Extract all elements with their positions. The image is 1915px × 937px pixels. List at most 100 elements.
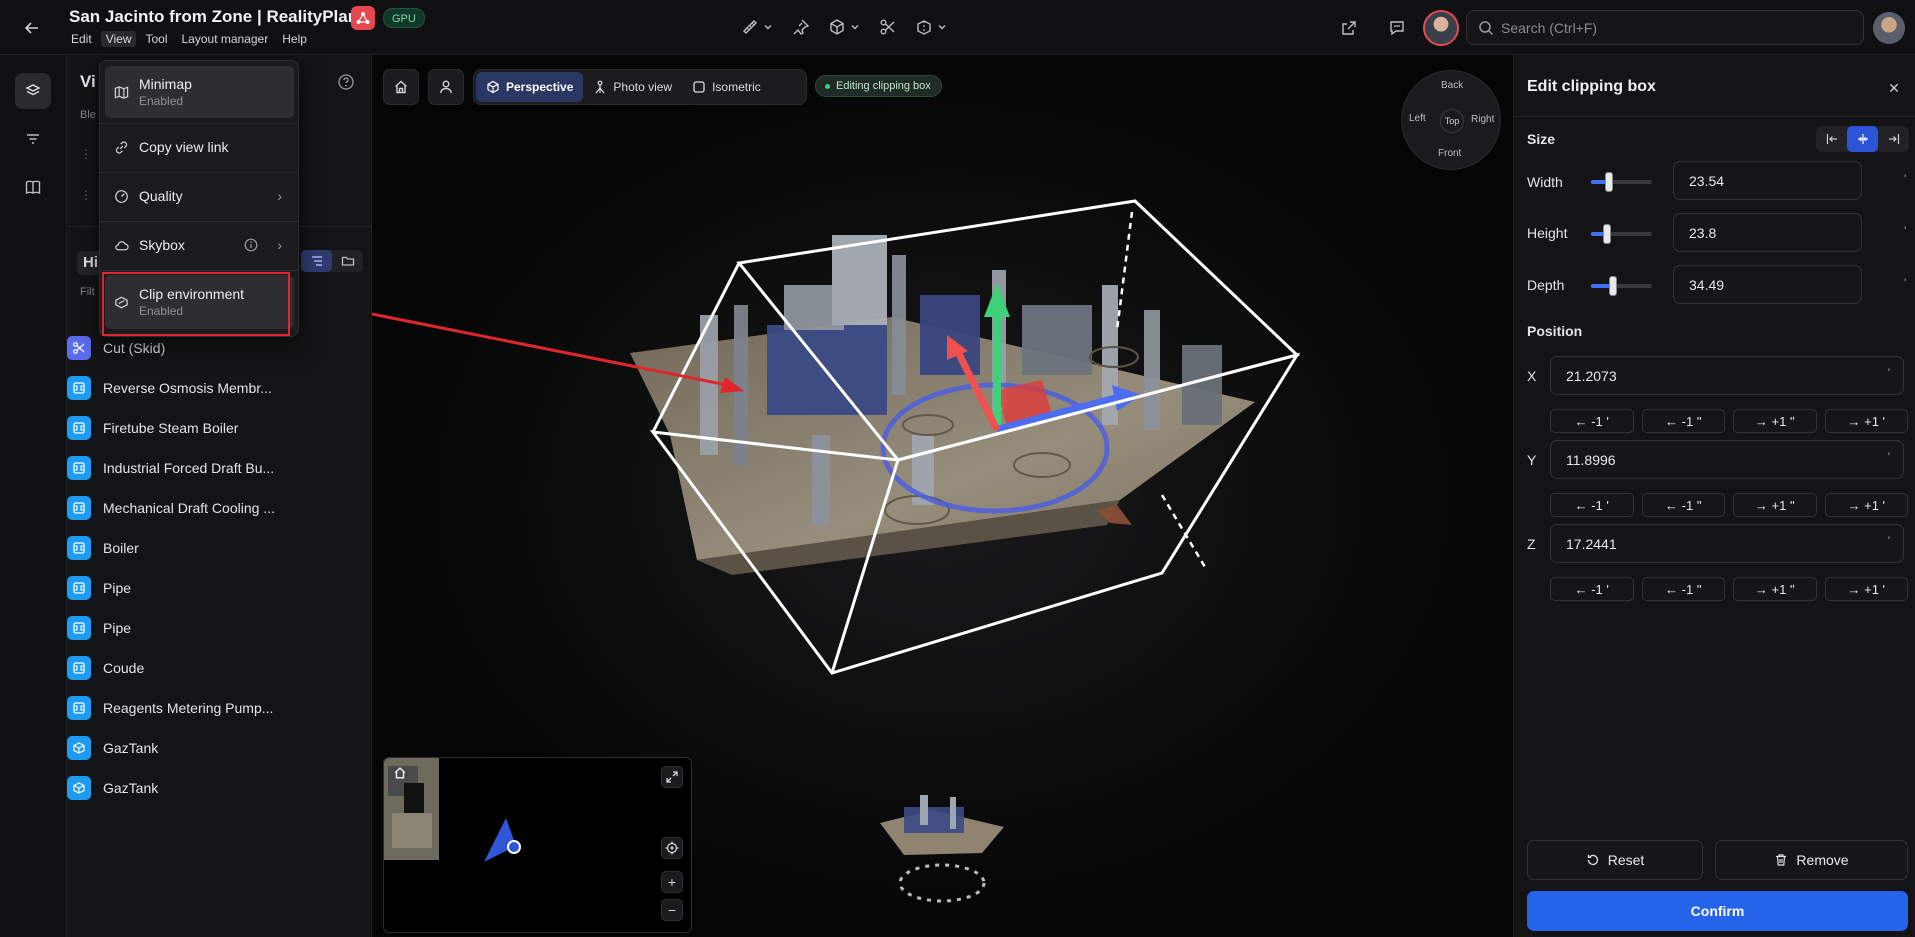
person-view-button[interactable] bbox=[428, 69, 464, 105]
confirm-button[interactable]: Confirm bbox=[1527, 891, 1908, 931]
list-item[interactable]: Pipe bbox=[67, 616, 131, 640]
navcube-back[interactable]: Back bbox=[1441, 80, 1463, 91]
minimap-toggle[interactable]: Minimap Enabled bbox=[105, 66, 294, 118]
filter-icon[interactable] bbox=[15, 121, 51, 157]
navcube-front[interactable]: Front bbox=[1438, 148, 1461, 159]
minimap-home-icon[interactable] bbox=[389, 762, 411, 784]
info-icon[interactable] bbox=[244, 238, 258, 252]
navigation-cube[interactable]: Back Left Top Right Front bbox=[1401, 70, 1501, 170]
menu-help[interactable]: Help bbox=[277, 31, 312, 47]
menu-layout-manager[interactable]: Layout manager bbox=[177, 31, 274, 47]
isometric-mode-button[interactable]: Isometric bbox=[682, 72, 771, 102]
size-heading: Size bbox=[1527, 131, 1556, 147]
list-item[interactable]: GazTank bbox=[67, 736, 158, 760]
back-arrow-icon[interactable] bbox=[18, 14, 46, 42]
width-unit: ' bbox=[1904, 172, 1907, 186]
zoom-in-icon[interactable]: + bbox=[661, 871, 683, 893]
menu-view[interactable]: View bbox=[100, 31, 137, 47]
width-input[interactable]: 23.54 bbox=[1673, 161, 1862, 200]
list-item[interactable]: Reverse Osmosis Membr... bbox=[67, 376, 272, 400]
z-plus-inch-button[interactable]: → +1 " bbox=[1733, 577, 1817, 601]
pin-tool-button[interactable] bbox=[786, 13, 816, 41]
camera-direction-marker bbox=[484, 818, 516, 862]
navcube-right[interactable]: Right bbox=[1471, 114, 1494, 125]
align-start-icon[interactable] bbox=[1816, 126, 1847, 152]
position-y-input[interactable]: 11.8996 ' bbox=[1550, 440, 1904, 479]
list-item[interactable]: GazTank bbox=[67, 776, 158, 800]
comments-icon[interactable] bbox=[1383, 14, 1411, 42]
photo-view-mode-button[interactable]: Photo view bbox=[583, 72, 682, 102]
height-input[interactable]: 23.8 bbox=[1673, 213, 1862, 252]
expand-icon[interactable] bbox=[661, 766, 683, 788]
help-icon[interactable] bbox=[337, 73, 355, 91]
x-minus-foot-button[interactable]: ← -1 ' bbox=[1550, 409, 1634, 433]
zoom-out-icon[interactable]: − bbox=[661, 899, 683, 921]
skybox-item[interactable]: Skybox › bbox=[105, 226, 294, 264]
navcube-left[interactable]: Left bbox=[1409, 113, 1426, 124]
trash-icon bbox=[1776, 854, 1787, 866]
component-icon bbox=[67, 496, 91, 520]
y-plus-inch-button[interactable]: → +1 " bbox=[1733, 493, 1817, 517]
list-item[interactable]: Reagents Metering Pump... bbox=[67, 696, 273, 720]
home-view-button[interactable] bbox=[383, 69, 419, 105]
menu-separator bbox=[100, 270, 298, 271]
x-plus-foot-button[interactable]: → +1 ' bbox=[1824, 409, 1908, 433]
x-minus-inch-button[interactable]: ← -1 " bbox=[1641, 409, 1725, 433]
align-end-icon[interactable] bbox=[1878, 126, 1909, 152]
y-minus-inch-button[interactable]: ← -1 " bbox=[1641, 493, 1725, 517]
depth-input[interactable]: 34.49 bbox=[1673, 265, 1862, 304]
list-item[interactable]: Cut (Skid) bbox=[67, 336, 165, 360]
menu-edit[interactable]: Edit bbox=[66, 31, 97, 47]
list-view-icon[interactable] bbox=[301, 250, 332, 272]
height-label: Height bbox=[1527, 225, 1568, 241]
list-item[interactable]: Industrial Forced Draft Bu... bbox=[67, 456, 274, 480]
user-avatar[interactable] bbox=[1873, 12, 1905, 44]
book-icon[interactable] bbox=[15, 169, 51, 205]
search-input[interactable] bbox=[1501, 19, 1841, 36]
list-item[interactable]: Pipe bbox=[67, 576, 131, 600]
remove-button[interactable]: Remove bbox=[1715, 840, 1908, 880]
y-minus-foot-button[interactable]: ← -1 ' bbox=[1550, 493, 1634, 517]
list-item[interactable]: Mechanical Draft Cooling ... bbox=[67, 496, 275, 520]
z-plus-foot-button[interactable]: → +1 ' bbox=[1824, 577, 1908, 601]
align-center-icon[interactable] bbox=[1847, 126, 1878, 152]
3d-viewport[interactable]: Perspective Photo view Isometric Editing… bbox=[372, 55, 1513, 937]
depth-slider[interactable] bbox=[1591, 276, 1652, 296]
share-icon[interactable] bbox=[1335, 14, 1363, 42]
close-icon[interactable]: ✕ bbox=[1886, 80, 1902, 96]
menu-tool[interactable]: Tool bbox=[140, 31, 172, 47]
clip-tool-button[interactable] bbox=[909, 13, 954, 41]
gauge-icon bbox=[115, 189, 128, 203]
list-item[interactable]: Boiler bbox=[67, 536, 139, 560]
quality-item[interactable]: Quality › bbox=[105, 177, 294, 215]
z-minus-foot-button[interactable]: ← -1 ' bbox=[1550, 577, 1634, 601]
search-box[interactable] bbox=[1466, 10, 1864, 45]
perspective-mode-button[interactable]: Perspective bbox=[476, 72, 584, 102]
position-x-input[interactable]: 21.2073 ' bbox=[1550, 356, 1904, 395]
depth-label: Depth bbox=[1527, 277, 1565, 293]
height-slider[interactable] bbox=[1591, 224, 1652, 244]
position-z-input[interactable]: 17.2441 ' bbox=[1550, 524, 1904, 563]
component-icon bbox=[67, 536, 91, 560]
width-label: Width bbox=[1527, 174, 1563, 190]
drag-handle-icon[interactable]: ⋮ bbox=[80, 147, 92, 161]
reset-button[interactable]: Reset bbox=[1527, 840, 1703, 880]
drag-handle-icon[interactable]: ⋮ bbox=[80, 188, 92, 202]
list-item[interactable]: Coude bbox=[67, 656, 144, 680]
z-minus-inch-button[interactable]: ← -1 " bbox=[1641, 577, 1725, 601]
x-plus-inch-button[interactable]: → +1 " bbox=[1733, 409, 1817, 433]
measure-tool-button[interactable] bbox=[735, 13, 780, 41]
navcube-top[interactable]: Top bbox=[1440, 109, 1464, 133]
collaborator-avatar[interactable] bbox=[1423, 10, 1459, 46]
copy-view-link-item[interactable]: Copy view link bbox=[105, 128, 294, 166]
cut-tool-button[interactable] bbox=[873, 13, 903, 41]
minimap[interactable]: + − bbox=[383, 757, 692, 933]
object-tool-button[interactable] bbox=[822, 13, 867, 41]
folder-view-icon[interactable] bbox=[332, 250, 363, 272]
realityplan-logo-icon bbox=[351, 6, 375, 30]
layers-icon[interactable] bbox=[15, 73, 51, 109]
list-item[interactable]: Firetube Steam Boiler bbox=[67, 416, 238, 440]
y-plus-foot-button[interactable]: → +1 ' bbox=[1824, 493, 1908, 517]
width-slider[interactable] bbox=[1591, 172, 1652, 192]
recenter-icon[interactable] bbox=[661, 837, 683, 859]
